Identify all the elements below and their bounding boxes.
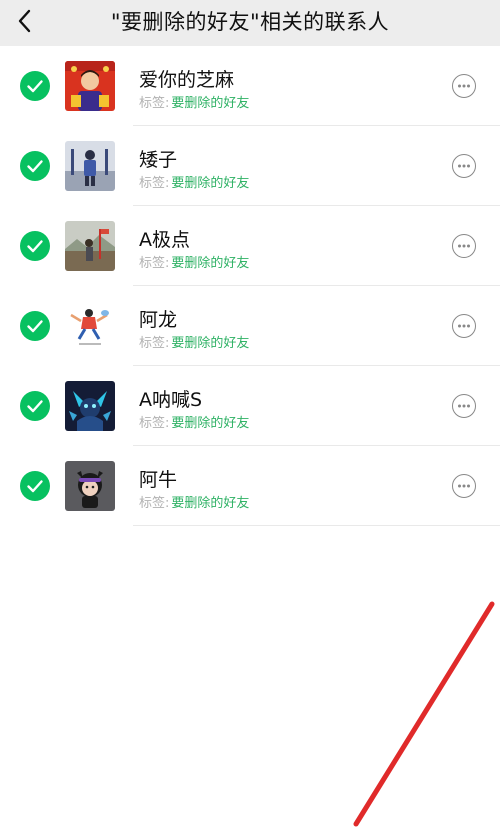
contact-name: 阿龙 xyxy=(139,309,178,331)
contact-tag: 标签: 要删除的好友 xyxy=(139,172,249,191)
divider xyxy=(133,525,500,526)
tag-label: 标签: xyxy=(139,336,170,351)
more-options-button[interactable] xyxy=(452,74,476,98)
checkmark-icon xyxy=(27,240,43,253)
checkmark-icon xyxy=(27,320,43,333)
checkbox-checked[interactable] xyxy=(20,311,50,341)
more-options-button[interactable] xyxy=(452,474,476,498)
page-title: "要删除的好友"相关的联系人 xyxy=(110,10,390,34)
more-options-button[interactable] xyxy=(452,234,476,258)
avatar xyxy=(65,301,115,351)
more-options-icon xyxy=(458,84,470,88)
tag-label: 标签: xyxy=(139,96,170,111)
checkbox-checked[interactable] xyxy=(20,471,50,501)
tag-value: 要删除的好友 xyxy=(171,96,250,111)
more-options-icon xyxy=(458,324,470,328)
more-options-icon xyxy=(458,164,470,168)
tag-value: 要删除的好友 xyxy=(171,496,250,511)
tag-value: 要删除的好友 xyxy=(171,336,250,351)
contact-name: 爱你的芝麻 xyxy=(139,69,235,91)
contact-row[interactable]: A呐喊S 标签: 要删除的好友 xyxy=(0,366,500,446)
contact-name: A极点 xyxy=(139,229,190,251)
more-options-button[interactable] xyxy=(452,394,476,418)
contact-row[interactable]: 爱你的芝麻 标签: 要删除的好友 xyxy=(0,46,500,126)
tag-label: 标签: xyxy=(139,176,170,191)
contact-name: 矮子 xyxy=(139,149,178,171)
nav-bar: "要删除的好友"相关的联系人 xyxy=(0,0,500,46)
avatar xyxy=(65,221,115,271)
more-options-button[interactable] xyxy=(452,314,476,338)
checkmark-icon xyxy=(27,80,43,93)
tag-value: 要删除的好友 xyxy=(171,416,250,431)
tag-value: 要删除的好友 xyxy=(171,176,250,191)
contact-row[interactable]: A极点 标签: 要删除的好友 xyxy=(0,206,500,286)
contact-tag: 标签: 要删除的好友 xyxy=(139,92,249,111)
contact-row[interactable]: 矮子 标签: 要删除的好友 xyxy=(0,126,500,206)
more-options-button[interactable] xyxy=(452,154,476,178)
contact-row[interactable]: 阿龙 标签: 要删除的好友 xyxy=(0,286,500,366)
avatar xyxy=(65,61,115,111)
contact-tag: 标签: 要删除的好友 xyxy=(139,252,249,271)
checkmark-icon xyxy=(27,480,43,493)
contact-name: 阿牛 xyxy=(139,469,178,491)
tag-label: 标签: xyxy=(139,416,170,431)
contact-row[interactable]: 阿牛 标签: 要删除的好友 xyxy=(0,446,500,526)
more-options-icon xyxy=(458,484,470,488)
avatar xyxy=(65,461,115,511)
contact-list: 爱你的芝麻 标签: 要删除的好友 矮子 标签: 要删除的好友 A极点 标签: 要… xyxy=(0,46,500,526)
contact-tag: 标签: 要删除的好友 xyxy=(139,332,249,351)
contact-tag: 标签: 要删除的好友 xyxy=(139,412,249,431)
contact-name: A呐喊S xyxy=(139,389,203,411)
checkbox-checked[interactable] xyxy=(20,391,50,421)
tag-value: 要删除的好友 xyxy=(171,256,250,271)
more-options-icon xyxy=(458,404,470,408)
contact-tag: 标签: 要删除的好友 xyxy=(139,492,249,511)
tag-label: 标签: xyxy=(139,256,170,271)
checkbox-checked[interactable] xyxy=(20,151,50,181)
checkbox-checked[interactable] xyxy=(20,71,50,101)
avatar xyxy=(65,141,115,191)
checkmark-icon xyxy=(27,400,43,413)
avatar xyxy=(65,381,115,431)
checkbox-checked[interactable] xyxy=(20,231,50,261)
checkmark-icon xyxy=(27,160,43,173)
more-options-icon xyxy=(458,244,470,248)
tag-label: 标签: xyxy=(139,496,170,511)
